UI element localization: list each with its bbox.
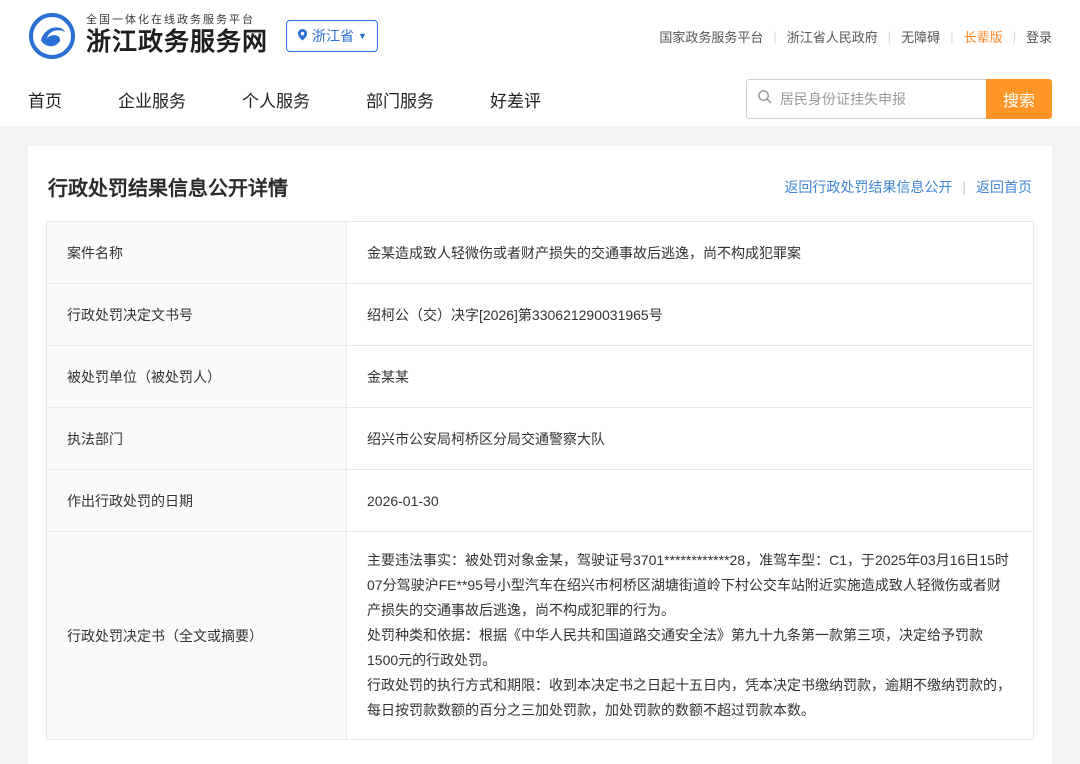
divider bbox=[950, 29, 953, 44]
site-title: 浙江政务服务网 bbox=[86, 28, 269, 57]
table-row: 作出行政处罚的日期 2026-01-30 bbox=[46, 469, 1034, 532]
nav-item-home[interactable]: 首页 bbox=[28, 87, 62, 112]
row-label-punished-party: 被处罚单位（被处罚人） bbox=[46, 345, 347, 408]
row-value-penalty-date: 2026-01-30 bbox=[346, 469, 1034, 532]
nav-item-enterprise-services[interactable]: 企业服务 bbox=[118, 87, 186, 112]
divider bbox=[888, 29, 891, 44]
main-nav: 首页 企业服务 个人服务 部门服务 好差评 搜索 bbox=[0, 72, 1080, 126]
nav-item-department-services[interactable]: 部门服务 bbox=[366, 87, 434, 112]
caret-down-icon: ▼ bbox=[358, 31, 367, 41]
site-brand: 全国一体化在线政务服务平台 浙江政务服务网 bbox=[28, 12, 268, 60]
divider bbox=[773, 29, 776, 44]
back-to-home-link[interactable]: 返回首页 bbox=[976, 177, 1032, 197]
row-value-punished-party: 金某某 bbox=[346, 345, 1034, 408]
table-row: 案件名称 金某造成致人轻微伤或者财产损失的交通事故后逃逸，尚不构成犯罪案 bbox=[46, 221, 1034, 284]
link-provincial-gov[interactable]: 浙江省人民政府 bbox=[787, 27, 878, 46]
row-label-decision-document: 行政处罚决定书（全文或摘要） bbox=[46, 531, 347, 740]
link-login[interactable]: 登录 bbox=[1026, 27, 1052, 46]
table-row: 被处罚单位（被处罚人） 金某某 bbox=[46, 345, 1034, 408]
search-icon bbox=[757, 89, 772, 109]
link-accessibility[interactable]: 无障碍 bbox=[901, 27, 940, 46]
row-label-enforcement-department: 执法部门 bbox=[46, 407, 347, 470]
region-label: 浙江省 bbox=[312, 28, 355, 44]
row-label-document-number: 行政处罚决定文书号 bbox=[46, 283, 347, 346]
table-row: 执法部门 绍兴市公安局柯桥区分局交通警察大队 bbox=[46, 407, 1034, 470]
page-title: 行政处罚结果信息公开详情 bbox=[48, 178, 288, 200]
divider bbox=[1013, 29, 1016, 44]
location-pin-icon bbox=[297, 28, 308, 44]
row-value-case-name: 金某造成致人轻微伤或者财产损失的交通事故后逃逸，尚不构成犯罪案 bbox=[346, 221, 1034, 284]
top-header: 全国一体化在线政务服务平台 浙江政务服务网 浙江省 ▼ 国家政务服务平台 浙江省… bbox=[0, 0, 1080, 72]
search-bar: 搜索 bbox=[746, 79, 1052, 119]
link-national-platform[interactable]: 国家政务服务平台 bbox=[659, 27, 763, 46]
table-row: 行政处罚决定文书号 绍柯公（交）决字[2026]第330621290031965… bbox=[46, 283, 1034, 346]
nav-item-rating[interactable]: 好差评 bbox=[490, 87, 541, 112]
platform-tagline: 全国一体化在线政务服务平台 bbox=[86, 13, 255, 26]
divider bbox=[962, 179, 966, 195]
row-value-document-number: 绍柯公（交）决字[2026]第330621290031965号 bbox=[346, 283, 1034, 346]
search-input[interactable] bbox=[780, 91, 976, 107]
nav-item-personal-services[interactable]: 个人服务 bbox=[242, 87, 310, 112]
row-value-decision-document: 主要违法事实：被处罚对象金某，驾驶证号3701************28，准驾… bbox=[346, 531, 1034, 740]
row-label-penalty-date: 作出行政处罚的日期 bbox=[46, 469, 347, 532]
row-label-case-name: 案件名称 bbox=[46, 221, 347, 284]
table-row: 行政处罚决定书（全文或摘要） 主要违法事实：被处罚对象金某，驾驶证号3701**… bbox=[46, 531, 1034, 740]
content-area: 行政处罚结果信息公开详情 返回行政处罚结果信息公开 返回首页 案件名称 金某造成… bbox=[0, 126, 1080, 764]
penalty-detail-table: 案件名称 金某造成致人轻微伤或者财产损失的交通事故后逃逸，尚不构成犯罪案 行政处… bbox=[46, 221, 1034, 740]
region-selector[interactable]: 浙江省 ▼ bbox=[286, 20, 378, 52]
back-to-list-link[interactable]: 返回行政处罚结果信息公开 bbox=[784, 177, 952, 197]
row-value-enforcement-department: 绍兴市公安局柯桥区分局交通警察大队 bbox=[346, 407, 1034, 470]
search-button[interactable]: 搜索 bbox=[986, 79, 1052, 119]
site-logo-icon bbox=[28, 12, 76, 60]
detail-card: 行政处罚结果信息公开详情 返回行政处罚结果信息公开 返回首页 案件名称 金某造成… bbox=[28, 146, 1052, 764]
utility-links: 国家政务服务平台 浙江省人民政府 无障碍 长辈版 登录 bbox=[659, 27, 1052, 46]
link-elder-version[interactable]: 长辈版 bbox=[964, 27, 1003, 46]
